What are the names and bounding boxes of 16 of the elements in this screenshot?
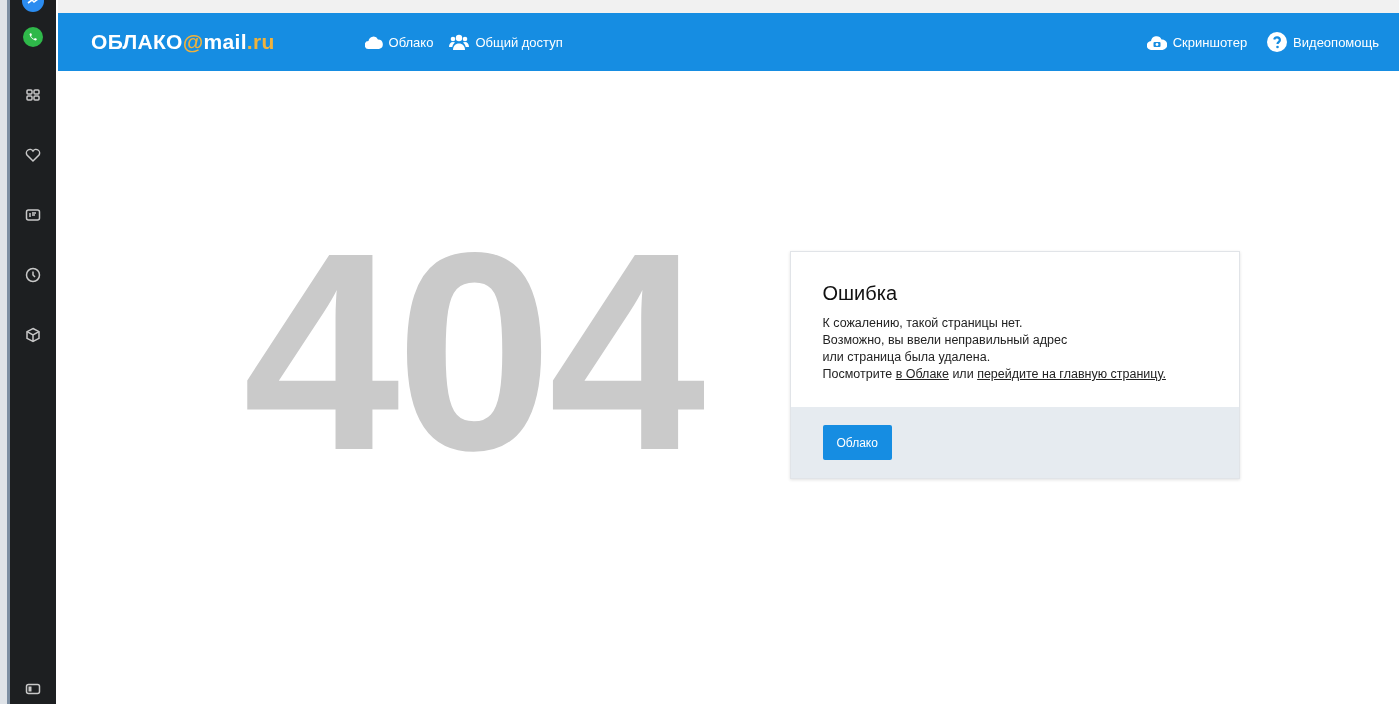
nav-link[interactable]: Общий доступ	[449, 34, 563, 50]
messenger-icon[interactable]	[22, 0, 44, 12]
cloud-icon	[364, 35, 383, 49]
people-icon	[449, 34, 470, 50]
header-link[interactable]: Видеопомощь	[1267, 32, 1379, 52]
cloud-button[interactable]: Облако	[822, 425, 892, 460]
error-message: К сожалению, такой страницы нет. Возможно, вы ввели неправильный адрес или страница была удалена. Посмотрите в Облаке или перейдите на главную страницу.	[822, 315, 1167, 383]
text-link[interactable]: перейдите на главную страницу.	[977, 367, 1166, 381]
chat-icon[interactable]	[22, 26, 44, 48]
logo[interactable]: ОБЛАКО@mail.ru	[91, 30, 275, 54]
help-icon	[1267, 32, 1288, 52]
error-title: Ошибка	[822, 282, 899, 305]
nav-link[interactable]: Облако	[364, 34, 434, 50]
header-link[interactable]: Скриншотер	[1146, 32, 1248, 52]
cloud-camera-icon	[1146, 34, 1167, 50]
text-link[interactable]: в Облаке	[895, 367, 949, 381]
